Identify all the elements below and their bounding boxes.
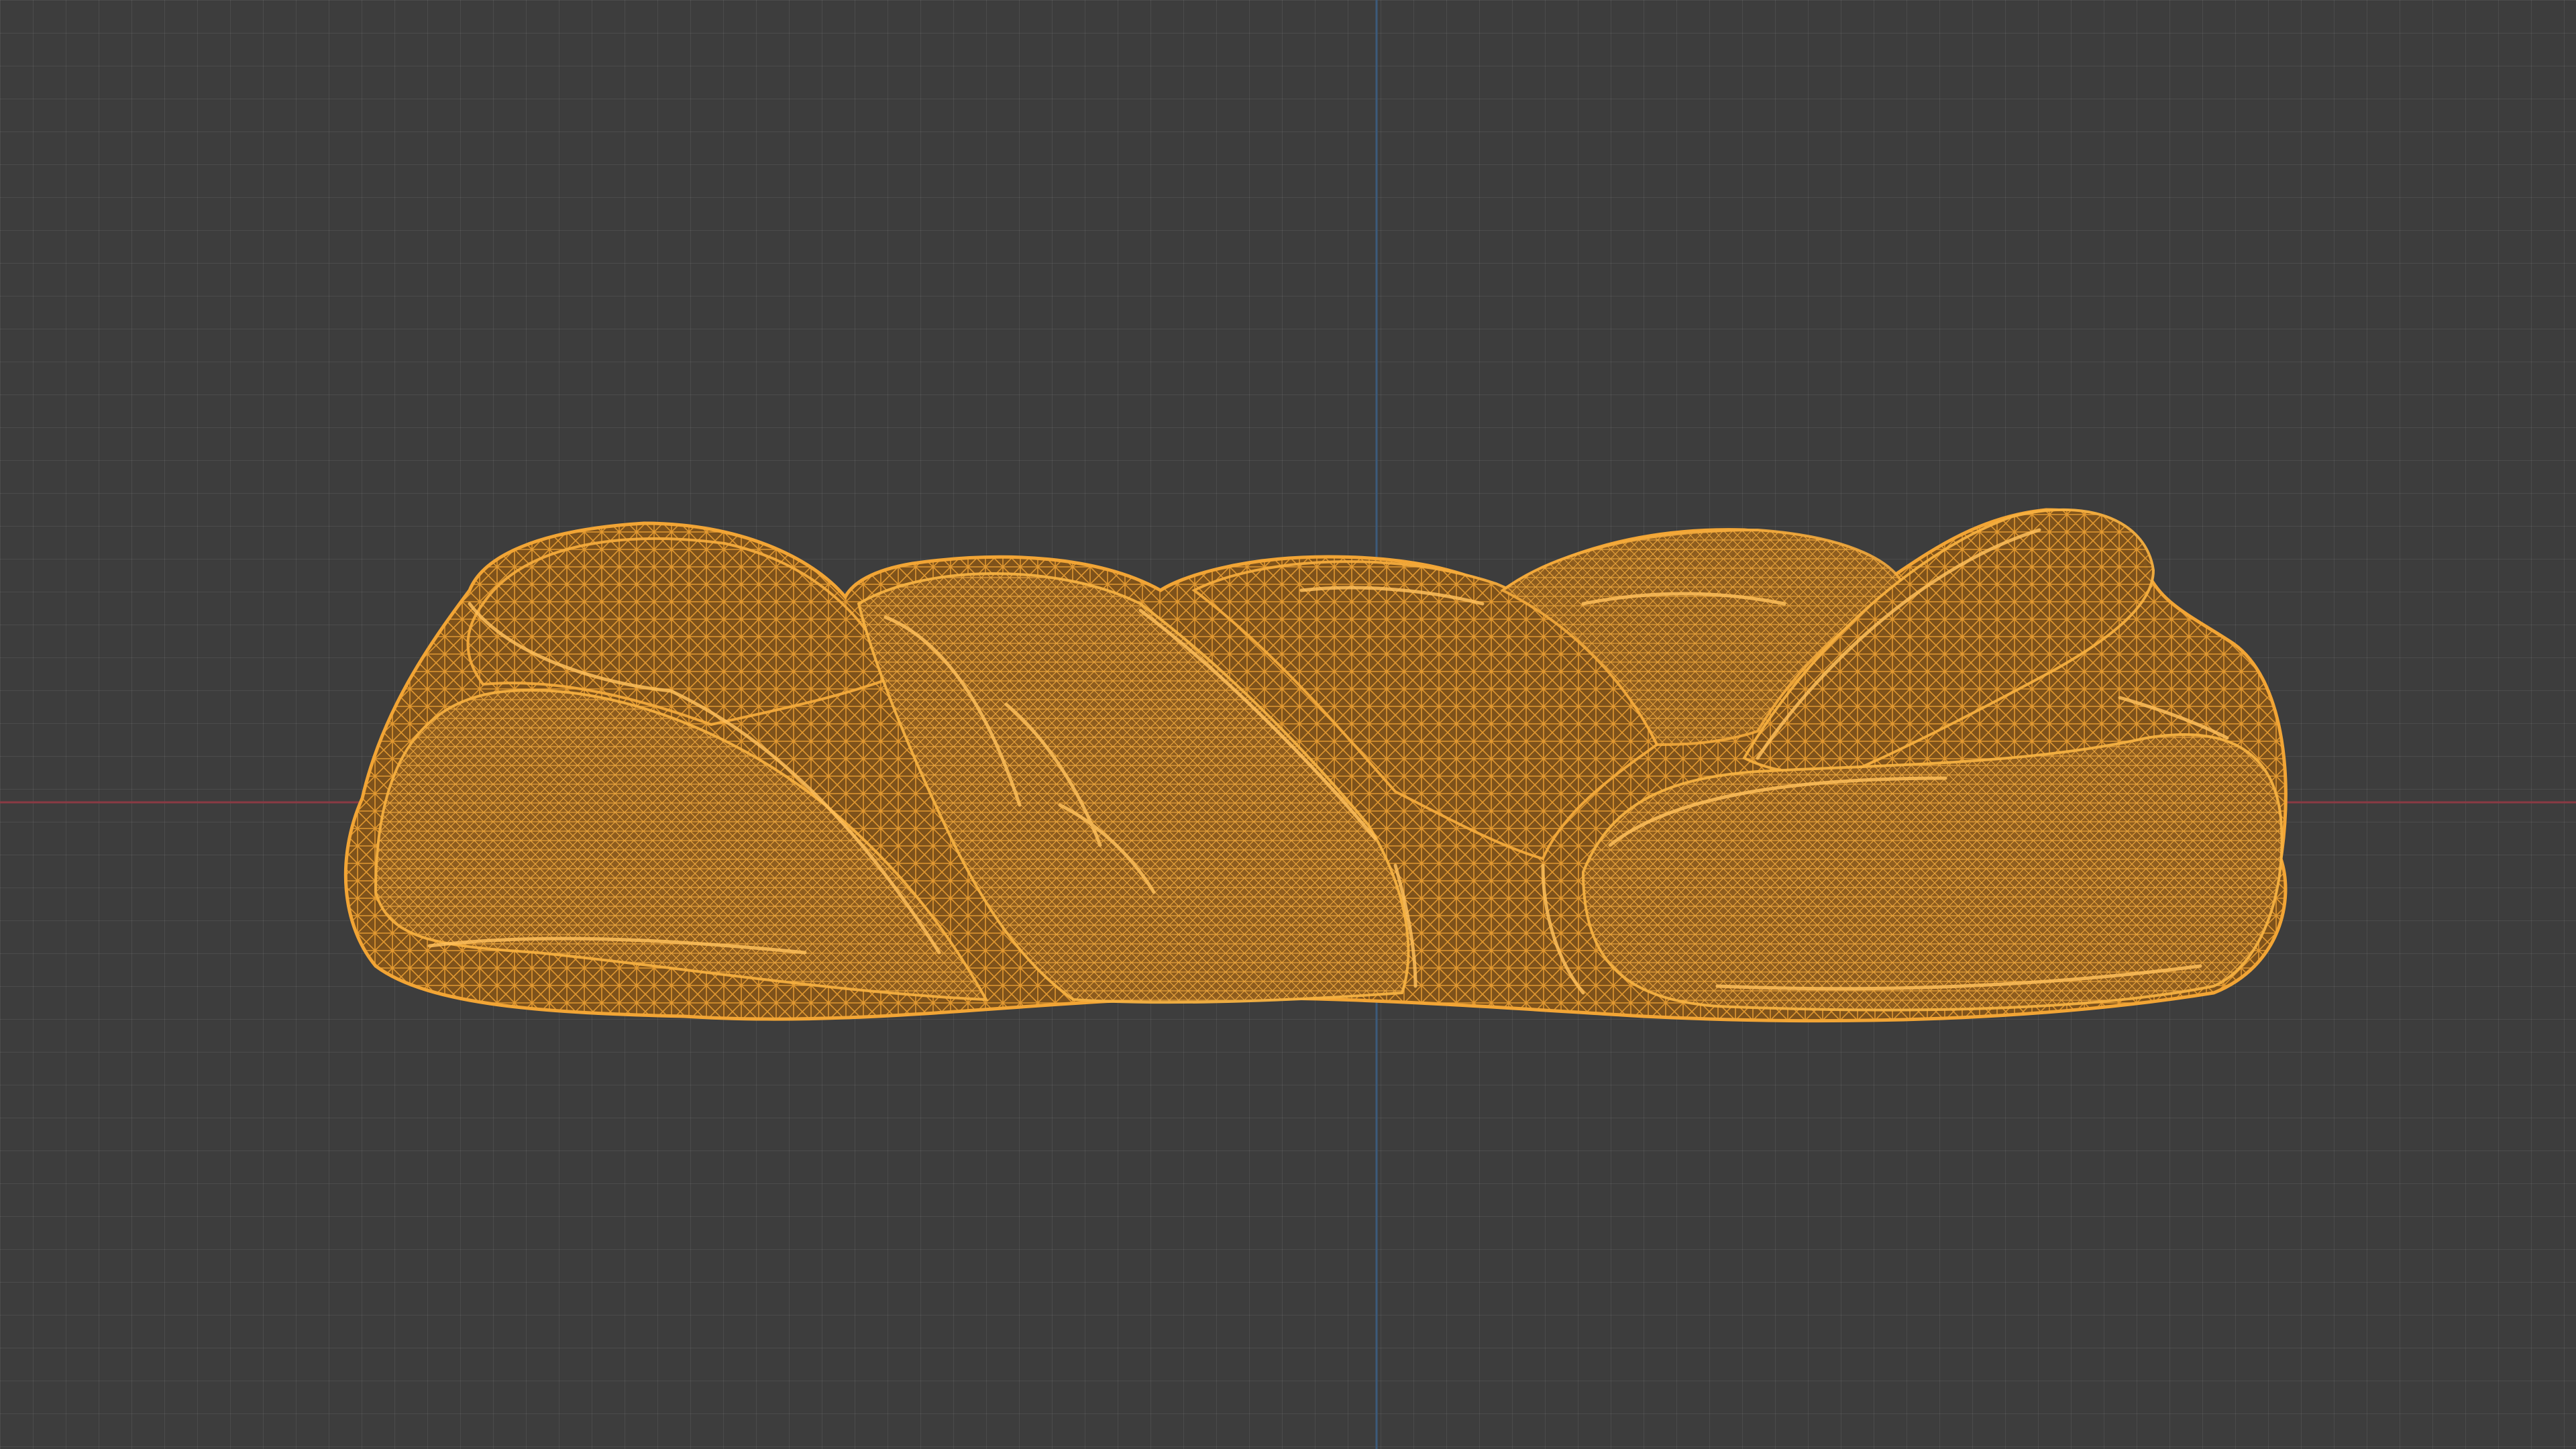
bread-mesh-wireframe[interactable]	[343, 508, 2288, 1023]
3d-viewport[interactable]	[0, 0, 2576, 1449]
viewport-canvas[interactable]	[0, 0, 2576, 1449]
